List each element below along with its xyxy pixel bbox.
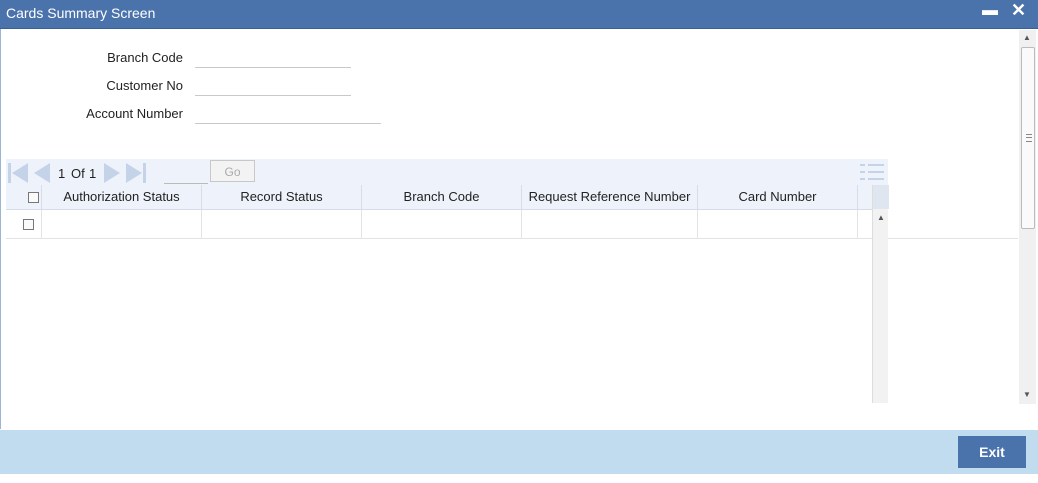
customer-no-label: Customer No: [106, 78, 183, 93]
cell-request-reference-number[interactable]: [522, 210, 698, 238]
column-header-branch-code[interactable]: Branch Code: [362, 185, 522, 209]
page-number-input[interactable]: [164, 161, 208, 184]
window-scrollbar[interactable]: ▲ ▼: [1019, 30, 1036, 404]
minimize-icon[interactable]: ▬: [982, 2, 998, 20]
column-list-icon[interactable]: [860, 161, 884, 183]
column-header-authorization-status[interactable]: Authorization Status: [42, 185, 202, 209]
pagination-bar: 1 Of 1 Go: [6, 159, 888, 185]
scrollbar-thumb[interactable]: [1021, 47, 1035, 229]
account-number-label: Account Number: [86, 106, 183, 121]
grid-scroll-up-icon[interactable]: ▲: [877, 213, 885, 222]
current-page: 1: [58, 166, 66, 181]
branch-code-label: Branch Code: [107, 50, 183, 65]
page-of-label: Of: [71, 166, 85, 181]
scroll-up-icon[interactable]: ▲: [1023, 33, 1031, 42]
title-bar: Cards Summary Screen ▬ ✕: [0, 0, 1038, 29]
last-page-bar: [143, 163, 146, 183]
select-all-checkbox[interactable]: [28, 192, 39, 203]
grip-icon: [1026, 134, 1032, 142]
window-frame-left: [0, 29, 1, 429]
last-page-icon[interactable]: [126, 163, 142, 183]
exit-button[interactable]: Exit: [958, 436, 1026, 468]
prev-page-icon[interactable]: [34, 163, 50, 183]
go-button[interactable]: Go: [210, 160, 255, 182]
table-row[interactable]: [6, 210, 1018, 239]
window-title: Cards Summary Screen: [6, 5, 156, 21]
column-header-request-reference-number[interactable]: Request Reference Number: [522, 185, 698, 209]
scroll-down-icon[interactable]: ▼: [1023, 390, 1031, 399]
header-select-cell: [6, 185, 42, 209]
account-number-input[interactable]: [195, 105, 381, 124]
grid-scrollbar[interactable]: ▲: [872, 185, 889, 403]
row-checkbox[interactable]: [23, 219, 34, 230]
branch-code-input[interactable]: [195, 49, 351, 68]
first-page-icon[interactable]: [12, 163, 28, 183]
first-page-bar: [8, 163, 11, 183]
total-pages: 1: [89, 166, 97, 181]
grid-header: Authorization Status Record Status Branc…: [6, 185, 872, 210]
customer-no-input[interactable]: [195, 77, 351, 96]
footer-bar: Exit: [0, 430, 1038, 474]
cell-record-status[interactable]: [202, 210, 362, 238]
next-page-icon[interactable]: [104, 163, 120, 183]
cell-branch-code[interactable]: [362, 210, 522, 238]
row-select-cell: [6, 210, 42, 238]
column-header-card-number[interactable]: Card Number: [698, 185, 858, 209]
cell-authorization-status[interactable]: [42, 210, 202, 238]
grid-scrollbar-corner: [873, 185, 889, 209]
close-icon[interactable]: ✕: [1011, 0, 1026, 21]
column-header-record-status[interactable]: Record Status: [202, 185, 362, 209]
cell-card-number[interactable]: [698, 210, 858, 238]
results-grid: Authorization Status Record Status Branc…: [6, 185, 1018, 403]
